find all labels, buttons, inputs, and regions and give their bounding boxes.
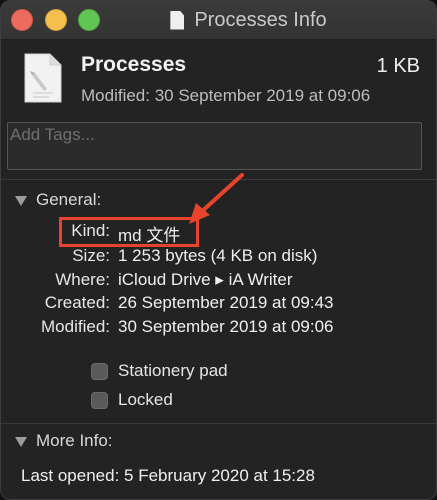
stationery-pad-option[interactable]: Stationery pad [91, 361, 228, 381]
general-header: General: [36, 190, 102, 209]
created-label: Created: [44, 293, 110, 312]
divider [1, 179, 436, 180]
title-wrap: Processes Info [1, 1, 436, 39]
locked-checkbox[interactable] [91, 391, 108, 409]
stationery-pad-checkbox[interactable] [91, 362, 108, 380]
size-label: Size: [72, 246, 110, 265]
window-title: Processes Info [194, 8, 327, 31]
modified-label: Modified: [41, 317, 110, 336]
document-icon [170, 10, 185, 30]
created-value: 26 September 2019 at 09:43 [118, 293, 334, 312]
modified-value: 30 September 2019 at 09:06 [118, 317, 334, 336]
modified-row: Modified: 30 September 2019 at 09:06 [1, 317, 436, 339]
created-row: Created: 26 September 2019 at 09:43 [1, 293, 436, 315]
last-opened-row: Last opened: 5 February 2020 at 15:28 [21, 466, 436, 488]
disclosure-triangle-icon [15, 195, 27, 206]
file-name: Processes [81, 53, 187, 76]
disclosure-triangle-icon [15, 436, 27, 447]
size-value: 1 253 bytes (4 KB on disk) [118, 246, 318, 265]
more-info-header: More Info: [36, 431, 113, 450]
kind-highlight-box [59, 217, 199, 247]
tags-input[interactable]: Add Tags... [7, 122, 422, 170]
info-window: Processes Info Processes 1 KB Modified: … [0, 0, 437, 500]
stationery-pad-label: Stationery pad [118, 361, 228, 380]
more-info-section-toggle[interactable]: More Info: [15, 431, 113, 451]
file-size: 1 KB [376, 55, 420, 77]
locked-option[interactable]: Locked [91, 390, 173, 410]
last-opened-text: Last opened: 5 February 2020 at 15:28 [21, 466, 315, 485]
size-row: Size: 1 253 bytes (4 KB on disk) [1, 246, 436, 268]
divider [1, 423, 436, 424]
where-label: Where: [55, 270, 110, 289]
tags-placeholder: Add Tags... [10, 125, 95, 144]
file-modified-summary: Modified: 30 September 2019 at 09:06 [81, 86, 371, 105]
title-bar: Processes Info [1, 1, 436, 40]
where-value: iCloud Drive ▸ iA Writer [118, 270, 293, 289]
general-section-toggle[interactable]: General: [15, 190, 101, 210]
file-header: Processes 1 KB Modified: 30 September 20… [1, 39, 436, 117]
file-icon [24, 53, 62, 103]
locked-label: Locked [118, 390, 173, 409]
where-row: Where: iCloud Drive ▸ iA Writer [1, 270, 436, 292]
